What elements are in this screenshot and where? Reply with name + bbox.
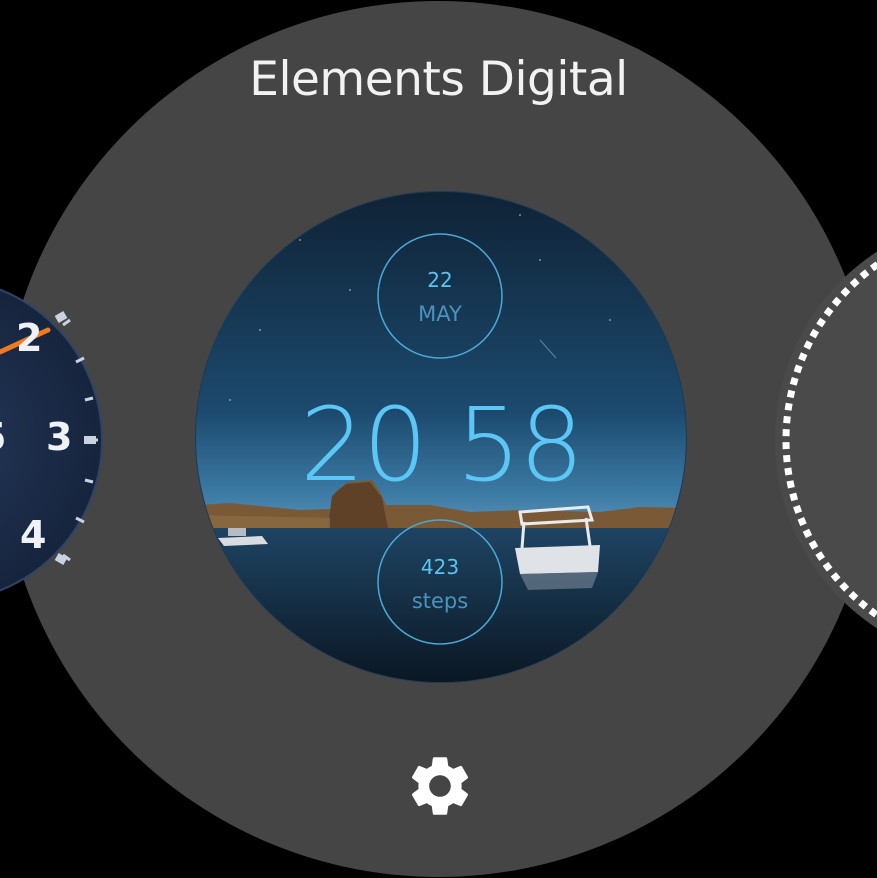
hour-label-2: 2: [16, 316, 43, 360]
hour-label-4: 4: [20, 513, 47, 557]
steps-count: 423: [420, 555, 460, 579]
hour-label-3: 3: [46, 415, 73, 459]
time-display: 20 58: [299, 386, 584, 505]
settings-button[interactable]: [404, 750, 476, 822]
hour-label-5-partial: 5: [0, 415, 6, 459]
date-day: 22: [427, 268, 453, 292]
gear-icon: [411, 757, 469, 815]
steps-label: steps: [411, 589, 469, 613]
date-month: MAY: [418, 302, 462, 326]
watch-face-title: Elements Digital: [249, 52, 628, 107]
